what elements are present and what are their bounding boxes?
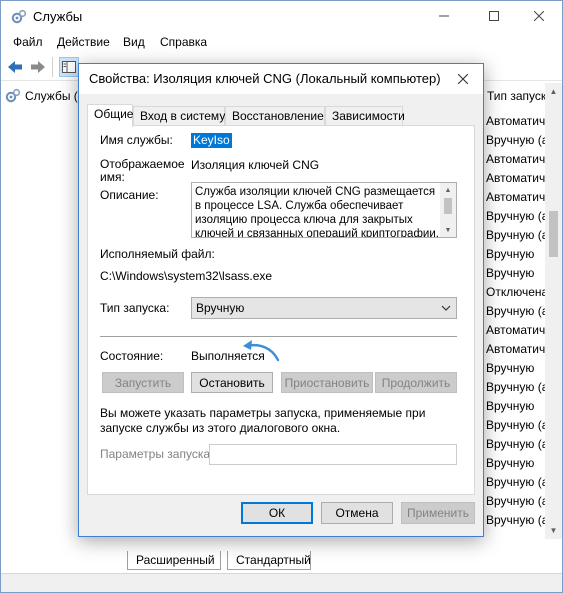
service-name-label: Имя службы: (100, 133, 173, 147)
scroll-up-icon[interactable]: ▲ (545, 83, 562, 100)
list-cell[interactable]: Вручную (а (486, 513, 548, 532)
dialog-close-button[interactable] (443, 64, 483, 94)
minimize-button[interactable] (421, 1, 467, 31)
display-name-value[interactable]: Изоляция ключей CNG (191, 158, 319, 172)
scrollbar-thumb[interactable] (549, 211, 558, 257)
params-input[interactable] (209, 444, 457, 465)
separator (100, 336, 457, 337)
scroll-up-icon[interactable]: ▲ (440, 183, 456, 197)
tab-logon[interactable]: Вход в систему (133, 106, 225, 126)
scroll-down-icon[interactable]: ▼ (440, 223, 456, 237)
exe-path[interactable]: C:\Windows\system32\lsass.exe (100, 269, 272, 283)
list-cell[interactable]: Вручную (486, 361, 548, 380)
list-cell[interactable]: Вручную (486, 266, 548, 285)
tab-extended[interactable]: Расширенный (127, 551, 221, 570)
startup-type-value: Вручную (196, 301, 245, 315)
display-name-label: Отображаемое имя: (100, 157, 185, 184)
column-header-startup-type[interactable]: Тип запуска (482, 89, 548, 111)
menu-view[interactable]: Вид (123, 35, 145, 49)
close-icon (534, 11, 544, 21)
tab-dependencies[interactable]: Зависимости (325, 106, 405, 126)
status-bar (1, 573, 562, 592)
tree-item-services[interactable]: Службы ( (5, 87, 78, 105)
chevron-down-icon (441, 305, 451, 311)
close-icon (458, 74, 468, 84)
show-hide-tree-button[interactable] (59, 57, 79, 77)
menu-help[interactable]: Справка (160, 35, 207, 49)
list-cell[interactable]: Вручную (486, 247, 548, 266)
service-name-value[interactable]: KeyIso (191, 133, 232, 148)
startup-type-label: Тип запуска: (100, 301, 170, 315)
scroll-down-icon[interactable]: ▼ (545, 522, 562, 539)
scrollbar-thumb[interactable] (444, 198, 452, 214)
status-label: Состояние: (100, 349, 164, 363)
params-label: Параметры запуска: (100, 447, 214, 461)
description-text: Служба изоляции ключей CNG размещается в… (195, 186, 439, 237)
forward-button[interactable] (28, 57, 48, 77)
view-tabs: Расширенный Стандартный (127, 551, 427, 571)
list-scrollbar[interactable]: ▲ ▼ (545, 83, 562, 539)
list-cell[interactable]: Автоматич (486, 342, 548, 361)
list-cell[interactable]: Автоматич (486, 323, 548, 342)
description-scrollbar[interactable]: ▲ ▼ (440, 183, 456, 237)
ok-button[interactable]: ОК (241, 502, 313, 524)
tab-standard[interactable]: Стандартный (227, 551, 311, 570)
list-cell[interactable]: Автоматич (486, 114, 548, 133)
tab-recovery[interactable]: Восстановление (225, 106, 325, 126)
menu-bar: Файл Действие Вид Справка (1, 33, 562, 53)
menu-action[interactable]: Действие (57, 35, 110, 49)
list-cell[interactable]: Отключена (486, 285, 548, 304)
list-cell[interactable]: Автоматич (486, 152, 548, 171)
list-cell[interactable]: Вручную (486, 456, 548, 475)
arrow-left-icon (8, 61, 22, 73)
properties-dialog: Свойства: Изоляция ключей CNG (Локальный… (78, 63, 484, 537)
pause-button[interactable]: Приостановить (281, 372, 373, 393)
window-title: Службы (33, 9, 83, 24)
tree-pane: Службы ( (1, 83, 81, 553)
list-cell[interactable]: Вручную (а (486, 209, 548, 228)
hint-text: Вы можете указать параметры запуска, при… (100, 406, 426, 435)
resume-button[interactable]: Продолжить (375, 372, 457, 393)
startup-type-dropdown[interactable]: Вручную (191, 297, 457, 319)
list-cell[interactable]: Вручную (а (486, 380, 548, 399)
maximize-button[interactable] (471, 1, 517, 31)
list-cell[interactable]: Автоматич (486, 171, 548, 190)
list-cell[interactable]: Вручную (а (486, 437, 548, 456)
dialog-title: Свойства: Изоляция ключей CNG (Локальный… (89, 71, 441, 86)
list-cell[interactable]: Вручную (а (486, 475, 548, 494)
tree-item-label: Службы ( (25, 89, 78, 103)
description-box[interactable]: Служба изоляции ключей CNG размещается в… (191, 182, 457, 238)
description-label: Описание: (100, 188, 159, 202)
list-cell[interactable]: Вручную (а (486, 304, 548, 323)
minimize-icon (439, 15, 449, 17)
close-button[interactable] (516, 1, 562, 31)
toolbar-separator (52, 57, 53, 77)
list-cell[interactable]: Вручную (486, 399, 548, 418)
stop-button[interactable]: Остановить (191, 372, 273, 393)
general-page: Имя службы: KeyIso Отображаемое имя: Изо… (87, 125, 475, 495)
list-cell[interactable]: Вручную (а (486, 228, 548, 247)
dialog-title-bar: Свойства: Изоляция ключей CNG (Локальный… (79, 64, 483, 94)
exe-label: Исполняемый файл: (100, 247, 215, 261)
maximize-icon (489, 11, 499, 21)
tab-general[interactable]: Общие (87, 104, 133, 127)
cancel-button[interactable]: Отмена (321, 502, 393, 524)
apply-button[interactable]: Применить (401, 502, 475, 524)
tree-pane-icon (62, 61, 76, 73)
list-cell[interactable]: Автоматич (486, 190, 548, 209)
list-cell[interactable]: Вручную (а (486, 494, 548, 513)
gears-icon (11, 9, 27, 24)
title-bar: Службы (1, 1, 562, 33)
list-cell[interactable]: Вручную (а (486, 418, 548, 437)
list-cell[interactable]: Вручную (а (486, 133, 548, 152)
arrow-right-icon (31, 61, 45, 73)
gears-icon (5, 88, 21, 103)
back-button[interactable] (5, 57, 25, 77)
status-value: Выполняется (191, 349, 265, 363)
start-button[interactable]: Запустить (102, 372, 184, 393)
menu-file[interactable]: Файл (13, 35, 43, 49)
